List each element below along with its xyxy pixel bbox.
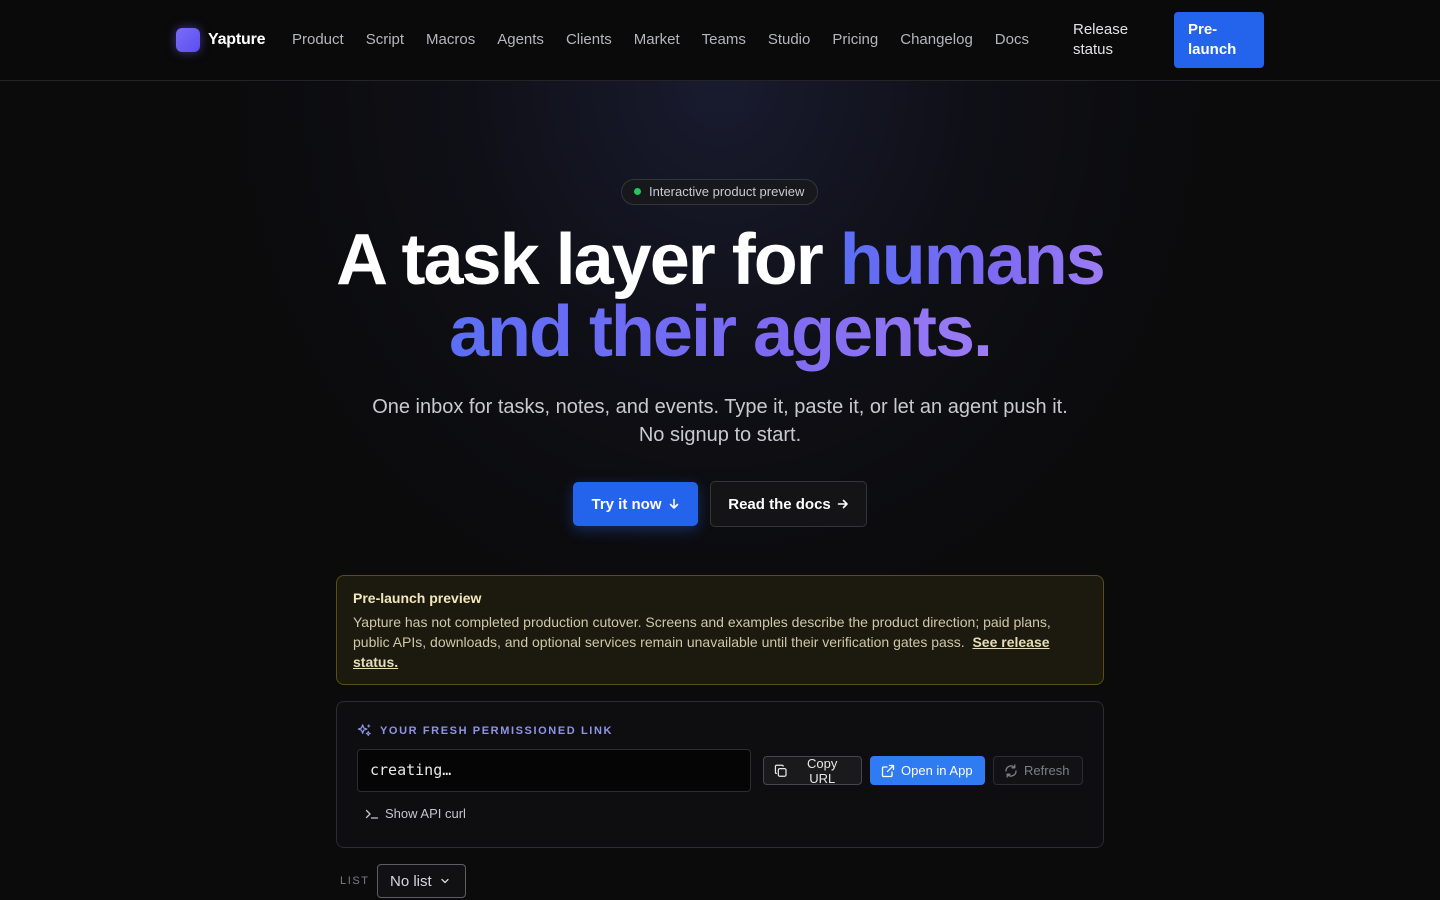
hero-subtitle: One inbox for tasks, notes, and events. … [372, 396, 1068, 446]
nav-link-pricing[interactable]: Pricing [832, 31, 878, 48]
logo-icon [176, 28, 200, 52]
try-it-now-label: Try it now [591, 495, 662, 513]
read-docs-label: Read the docs [728, 495, 831, 513]
top-nav: Yapture Product Script Macros Agents Cli… [0, 0, 1440, 81]
list-dropdown[interactable]: No list [377, 864, 466, 898]
copy-url-label: Copy URL [807, 755, 838, 786]
copy-icon [774, 764, 787, 777]
arrow-down-icon [669, 498, 678, 509]
prelaunch-button[interactable]: Pre-launch [1174, 12, 1264, 68]
open-in-app-label: Open in App [901, 763, 973, 778]
nav-link-docs[interactable]: Docs [995, 31, 1029, 48]
preview-badge: Interactive product preview [621, 179, 819, 205]
nav-link-script[interactable]: Script [366, 31, 404, 48]
notice-text: Yapture has not completed production cut… [353, 614, 1051, 650]
refresh-button[interactable]: Refresh [993, 756, 1083, 785]
nav-link-changelog[interactable]: Changelog [900, 31, 973, 48]
try-it-now-button[interactable]: Try it now [573, 482, 698, 526]
nav-links: Product Script Macros Agents Clients Mar… [292, 31, 1029, 48]
headline-plain: A task layer for [336, 220, 824, 300]
nav-link-teams[interactable]: Teams [702, 31, 746, 48]
chevron-down-icon [441, 878, 449, 884]
nav-link-studio[interactable]: Studio [768, 31, 811, 48]
terminal-icon [365, 809, 379, 819]
copy-url-button[interactable]: Copy URL [763, 755, 862, 786]
external-link-icon [881, 764, 895, 777]
brand-name: Yapture [208, 31, 266, 48]
show-api-curl-toggle[interactable]: Show API curl [365, 806, 466, 821]
refresh-icon [1005, 763, 1017, 778]
brand-logo[interactable]: Yapture [176, 28, 265, 52]
notice-body: Yapture has not completed production cut… [353, 612, 1087, 672]
sparkles-icon [357, 724, 371, 737]
show-api-curl-label: Show API curl [385, 806, 466, 821]
nav-link-macros[interactable]: Macros [426, 31, 475, 48]
nav-link-market[interactable]: Market [634, 31, 680, 48]
badge-label: Interactive product preview [649, 184, 805, 199]
hero-headline: A task layer for humans and their agents… [0, 224, 1440, 368]
arrow-right-icon [837, 499, 848, 509]
refresh-label: Refresh [1024, 763, 1070, 778]
status-dot-icon [634, 188, 641, 195]
headline-accent-1: humans [839, 220, 1106, 300]
permissioned-link-panel: YOUR FRESH PERMISSIONED LINK creating… C… [336, 701, 1104, 848]
list-label: LIST [340, 875, 370, 887]
prelaunch-notice: Pre-launch preview Yapture has not compl… [336, 575, 1104, 685]
nav-link-product[interactable]: Product [292, 31, 344, 48]
permissioned-url-field[interactable]: creating… [357, 749, 751, 792]
nav-link-clients[interactable]: Clients [566, 31, 612, 48]
read-docs-button[interactable]: Read the docs [710, 481, 867, 527]
panel-title: YOUR FRESH PERMISSIONED LINK [380, 724, 614, 737]
headline-accent-2: and their agents. [448, 292, 993, 372]
nav-link-agents[interactable]: Agents [497, 31, 544, 48]
notice-title: Pre-launch preview [353, 590, 482, 606]
release-status-link[interactable]: Release status [1073, 20, 1153, 60]
list-selected-value: No list [390, 872, 432, 890]
open-in-app-button[interactable]: Open in App [870, 756, 985, 785]
panel-header: YOUR FRESH PERMISSIONED LINK [357, 723, 613, 738]
